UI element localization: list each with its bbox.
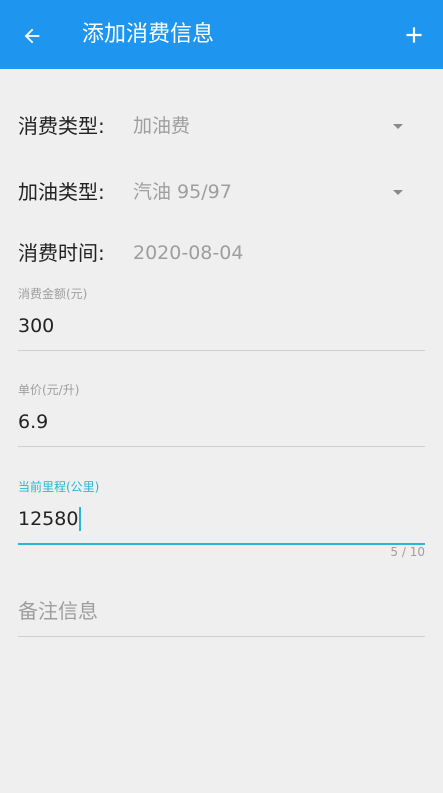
unit-price-field[interactable]: 单价(元/升) 6.9: [18, 382, 425, 447]
mileage-input[interactable]: 12580: [18, 505, 425, 533]
fuel-type-value[interactable]: 汽油 95/97: [133, 178, 232, 206]
arrow-back-icon: [24, 28, 40, 44]
unit-price-underline: [18, 446, 425, 447]
expense-time-value[interactable]: 2020-08-04: [133, 239, 243, 267]
expense-time-row[interactable]: 消费时间: 2020-08-04: [18, 233, 425, 273]
expense-type-value[interactable]: 加油费: [133, 112, 190, 140]
unit-price-input[interactable]: 6.9: [18, 408, 425, 436]
mileage-value: 12580: [18, 508, 79, 530]
fuel-type-row[interactable]: 加油类型: 汽油 95/97: [18, 172, 425, 212]
page-title: 添加消费信息: [82, 22, 215, 47]
remark-field[interactable]: 备注信息: [18, 596, 425, 637]
back-button[interactable]: [16, 20, 48, 52]
amount-input[interactable]: 300: [18, 312, 425, 340]
unit-price-value: 6.9: [18, 411, 49, 433]
unit-price-field-label: 单价(元/升): [18, 383, 80, 397]
fuel-type-label: 加油类型:: [18, 180, 105, 204]
remark-underline: [18, 636, 425, 637]
mileage-field[interactable]: 当前里程(公里) 12580: [18, 479, 425, 545]
dropdown-caret-icon[interactable]: [393, 190, 403, 195]
remark-placeholder[interactable]: 备注信息: [18, 596, 425, 626]
expense-type-label: 消费类型:: [18, 114, 105, 138]
mileage-field-label: 当前里程(公里): [18, 480, 100, 494]
add-button[interactable]: [397, 18, 431, 52]
expense-type-row[interactable]: 消费类型: 加油费: [18, 106, 425, 146]
amount-field-label: 消费金额(元): [18, 287, 88, 301]
expense-time-label: 消费时间:: [18, 241, 105, 265]
dropdown-caret-icon[interactable]: [393, 124, 403, 129]
char-counter: 5 / 10: [390, 545, 425, 559]
text-cursor: [79, 507, 82, 531]
app-bar: 添加消费信息: [0, 0, 443, 69]
amount-value: 300: [18, 315, 55, 337]
amount-underline: [18, 350, 425, 351]
mileage-underline: [18, 543, 425, 545]
plus-icon: [406, 27, 422, 43]
amount-field[interactable]: 消费金额(元) 300: [18, 286, 425, 351]
